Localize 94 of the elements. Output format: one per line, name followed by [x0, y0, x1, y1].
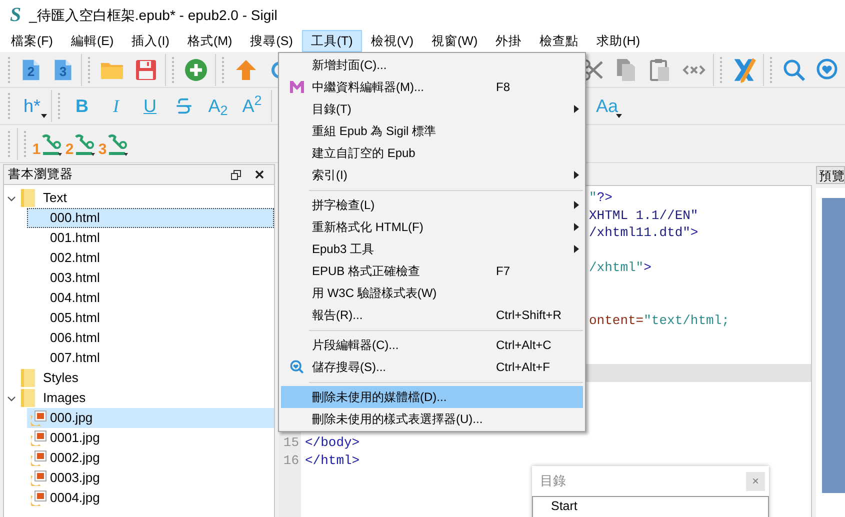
menu-item[interactable]: 用 W3C 驗證樣式表(W): [281, 282, 583, 304]
caret-icon: [41, 114, 47, 118]
toc-entry[interactable]: Start: [551, 497, 768, 515]
folder-icon: [21, 189, 35, 207]
folder-label[interactable]: Text: [43, 188, 67, 208]
folder-label[interactable]: Styles: [43, 368, 78, 388]
code-text: /xhtml">: [589, 259, 652, 277]
menu-item[interactable]: 片段編輯器(C)... Ctrl+Alt+C: [281, 334, 583, 356]
wrench-figure-icon: [74, 132, 96, 156]
menu-item[interactable]: 視窗(W): [422, 30, 487, 52]
file-item[interactable]: 0003.jpg: [27, 468, 274, 488]
menu-item[interactable]: 工具(T): [302, 30, 362, 52]
menu-item[interactable]: 搜尋(S): [241, 30, 302, 52]
wrench-figure-icon: [106, 132, 129, 156]
file-item[interactable]: 000.html: [27, 208, 274, 228]
clipboard-icon: [648, 58, 672, 82]
heart-magnifier-icon: [816, 58, 840, 82]
menu-item[interactable]: 編輯(E): [62, 30, 123, 52]
folder-icon: [21, 389, 35, 407]
app-logo: S: [10, 3, 22, 28]
toolbar-grip-icon[interactable]: [222, 56, 225, 82]
toolbar-grip-icon[interactable]: [24, 130, 27, 156]
menu-item[interactable]: 檢查點: [530, 30, 588, 52]
toolbar-grip-icon[interactable]: [172, 56, 175, 82]
strikethrough-icon: [174, 96, 194, 116]
window-title: _待匯入空白框架.epub* - epub2.0 - Sigil: [29, 6, 278, 25]
panel-title: 書本瀏覽器: [8, 166, 74, 184]
image-file-icon: [31, 410, 47, 426]
menu-item[interactable]: 報告(R)... Ctrl+Shift+R: [281, 304, 583, 326]
menu-item[interactable]: 索引(I): [281, 164, 583, 186]
menu-item[interactable]: 刪除未使用的樣式表選擇器(U)...: [281, 408, 583, 430]
m-logo-icon: [290, 81, 304, 93]
menu-item[interactable]: 檔案(F): [2, 30, 62, 52]
caret-icon: [616, 114, 622, 118]
file-item[interactable]: 0001.jpg: [27, 428, 274, 448]
code-text: </html>: [304, 452, 360, 470]
file-item[interactable]: 000.jpg: [27, 408, 274, 428]
menu-item[interactable]: 儲存搜尋(S)... Ctrl+Alt+F: [281, 356, 583, 378]
preview-tab[interactable]: 預覽: [816, 166, 845, 184]
plus-circle-icon: [184, 58, 208, 82]
code-text: </body>: [304, 434, 360, 452]
menu-item[interactable]: 拼字檢查(L): [281, 194, 583, 216]
file-item[interactable]: 005.html: [27, 308, 274, 328]
code-text: /xhtml11.dtd">: [589, 224, 698, 242]
menu-item[interactable]: 格式(M): [178, 30, 242, 52]
file-item[interactable]: 0002.jpg: [27, 448, 274, 468]
menu-item[interactable]: 外掛: [486, 30, 531, 52]
file-item[interactable]: 001.html: [27, 228, 274, 248]
line-number: 16: [282, 452, 300, 470]
file-item[interactable]: 002.html: [27, 248, 274, 268]
menu-item[interactable]: 目錄(T): [281, 98, 583, 120]
menu-item[interactable]: 重新格式化 HTML(F): [281, 216, 583, 238]
menu-item[interactable]: 刪除未使用的媒體檔(D)...: [281, 386, 583, 408]
menu-item[interactable]: 求助(H): [588, 30, 649, 52]
file-item[interactable]: 004.html: [27, 288, 274, 308]
folder-icon: [21, 369, 35, 387]
toolbar-grip-icon[interactable]: [88, 56, 91, 82]
menu-item[interactable]: 新增封面(C)...: [281, 54, 583, 76]
search-icon: [782, 58, 806, 82]
code-text: "?>: [589, 189, 612, 207]
toolbar-grip-icon[interactable]: [58, 93, 61, 119]
menu-item[interactable]: Epub3 工具: [281, 238, 583, 260]
toc-title: 目錄: [540, 472, 567, 490]
close-icon[interactable]: [255, 170, 264, 179]
image-file-icon: [31, 450, 47, 466]
menu-item[interactable]: EPUB 格式正確檢查 F7: [281, 260, 583, 282]
file-item[interactable]: 007.html: [27, 348, 274, 368]
file-item[interactable]: 006.html: [27, 328, 274, 348]
toolbar-grip-icon[interactable]: [8, 56, 11, 82]
toolbar-grip-icon[interactable]: [8, 130, 11, 156]
chevron-down-icon[interactable]: [6, 394, 16, 402]
chevron-down-icon[interactable]: [6, 194, 16, 202]
menu-item[interactable]: 中繼資料編輯器(M)... F8: [281, 76, 583, 98]
menu-item[interactable]: 插入(I): [122, 30, 178, 52]
toolbar-grip-icon[interactable]: [770, 56, 773, 82]
folder-label[interactable]: Images: [43, 388, 86, 408]
copy-icon: [614, 58, 638, 82]
heart-magnifier-icon: [290, 360, 304, 374]
toolbar-grip-icon[interactable]: [8, 93, 11, 119]
file-item[interactable]: 0004.jpg: [27, 488, 274, 508]
menu-item[interactable]: 建立自訂空的 Epub: [281, 142, 583, 164]
image-file-icon: [31, 430, 47, 446]
image-file-icon: [31, 470, 47, 486]
line-number: 15: [282, 434, 300, 452]
up-arrow-icon: [234, 58, 258, 82]
menu-item[interactable]: 重組 Epub 為 Sigil 標準: [281, 120, 583, 142]
menu-item[interactable]: 檢視(V): [362, 30, 423, 52]
toolbar-grip-icon[interactable]: [720, 56, 723, 82]
image-file-icon: [31, 490, 47, 506]
float-window-icon[interactable]: [231, 170, 241, 180]
wrench-figure-icon: [40, 132, 63, 156]
code-text: XHTML 1.1//EN": [589, 206, 698, 224]
code-text: ontent="text/html;: [589, 312, 730, 330]
file-item[interactable]: 003.html: [27, 268, 274, 288]
